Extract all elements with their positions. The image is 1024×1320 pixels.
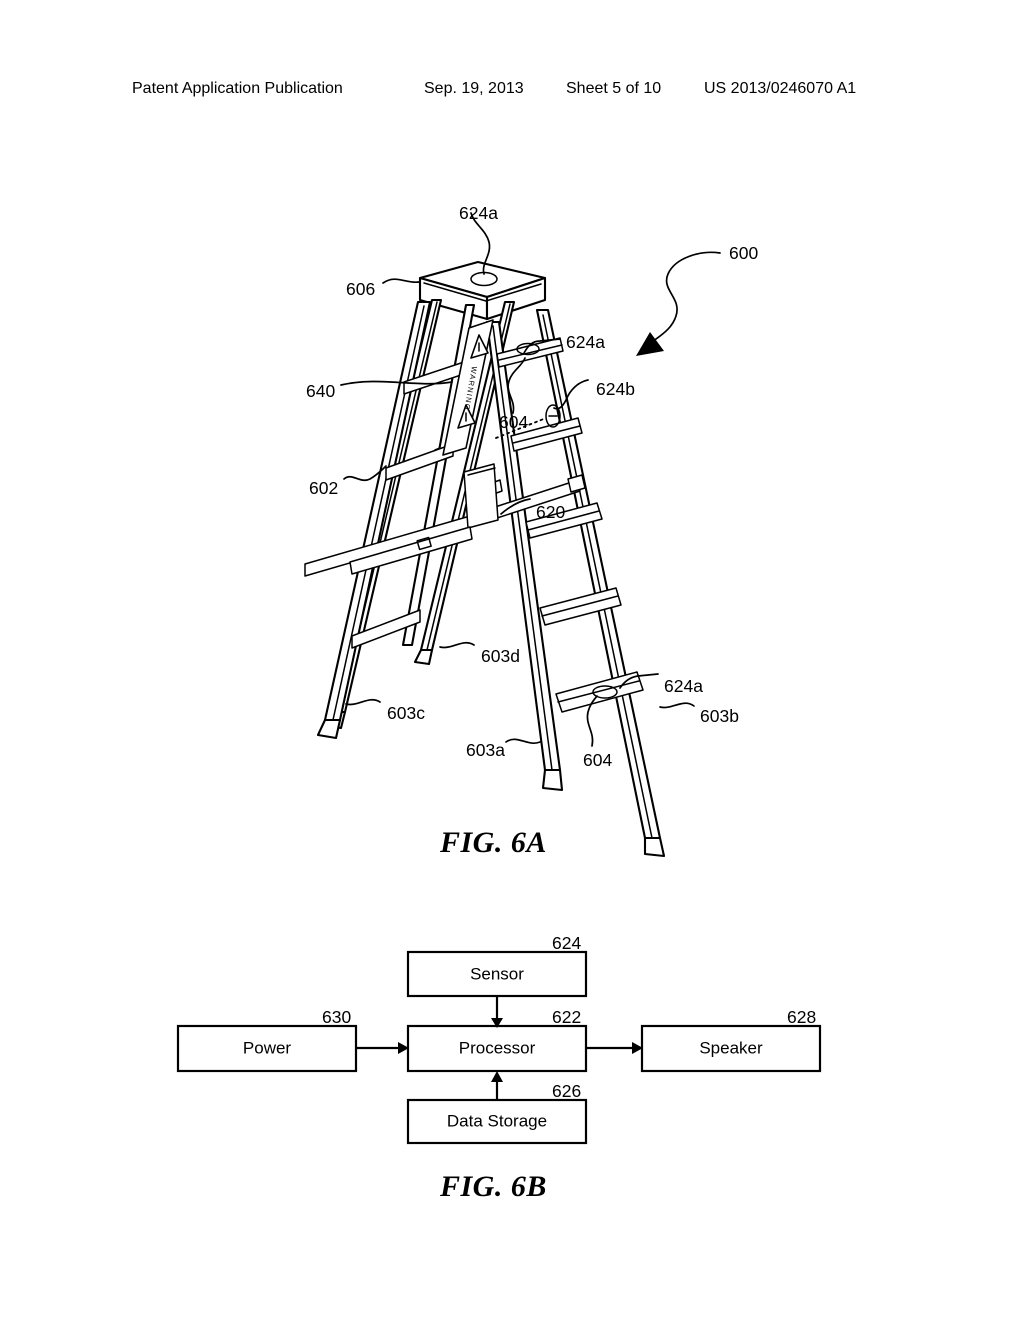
power-block-ref: 630 [322,1007,352,1027]
sensor-block-ref: 624 [552,933,582,953]
ref-624a-mid: 624a [566,332,605,352]
processor-block-label: Processor [459,1038,536,1057]
data-storage-block[interactable]: Data Storage [406,1098,588,1145]
ref-600: 600 [729,243,759,263]
data-storage-block-ref: 626 [552,1081,582,1101]
header-patent-number: US 2013/0246070 A1 [704,80,857,97]
ref-606: 606 [346,279,376,299]
power-block[interactable]: Power [176,1024,358,1073]
ref-640: 640 [306,381,336,401]
lead-line-600 [636,251,721,356]
ref-603d: 603d [481,646,520,666]
ref-603a: 603a [466,740,505,760]
ladder-front-left-rail [316,300,432,740]
speaker-block[interactable]: Speaker [640,1024,822,1073]
header-date: Sep. 19, 2013 [424,80,524,97]
ref-602: 602 [309,478,339,498]
ref-604-bottom: 604 [583,750,613,770]
ladder-front-right-rails [485,308,666,858]
ref-620: 620 [536,502,566,522]
power-block-label: Power [243,1038,292,1057]
ref-604-mid: 604 [499,412,529,432]
header-publication: Patent Application Publication [132,80,343,97]
figure-6b-block-diagram: Sensor Power Processor Speaker Data Stor… [176,950,822,1145]
ref-603c: 603c [387,703,425,723]
processor-block[interactable]: Processor [406,1024,588,1073]
ladder-electronics-enclosure-620 [463,463,499,529]
ref-624a-bottom: 624a [664,676,703,696]
page-header: Patent Application Publication Sep. 19, … [0,80,1024,108]
figure-6b-caption: FIG. 6B [440,1170,547,1203]
ref-603b: 603b [700,706,739,726]
sensor-block-label: Sensor [470,964,524,983]
ref-624b: 624b [596,379,635,399]
ref-624a-top: 624a [459,203,498,223]
header-sheet: Sheet 5 of 10 [566,80,662,97]
processor-block-ref: 622 [552,1007,582,1027]
speaker-block-label: Speaker [699,1038,763,1057]
data-storage-block-label: Data Storage [447,1111,547,1130]
figure-6a-caption: FIG. 6A [440,826,547,859]
speaker-block-ref: 628 [787,1007,817,1027]
figure-6a-drawing: WARNING [304,212,721,858]
sensor-block[interactable]: Sensor [406,950,588,998]
